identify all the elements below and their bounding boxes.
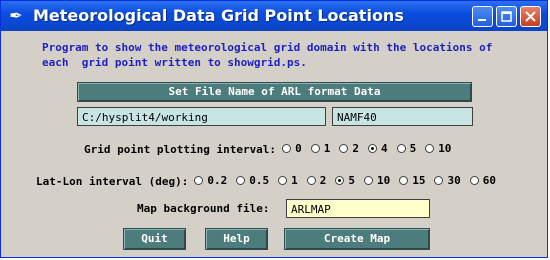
grid-interval-option[interactable]: 10	[425, 142, 451, 155]
latlon-interval-option-label: 15	[412, 174, 426, 187]
grid-interval-option-label: 10	[438, 142, 452, 155]
grid-interval-options: 0 1 2 4 5 10	[282, 142, 460, 156]
grid-interval-option-label: 2	[352, 142, 359, 155]
latlon-interval-option[interactable]: 1	[278, 174, 298, 187]
file-name-input[interactable]: NAMF40	[332, 107, 473, 126]
latlon-interval-label: Lat-Lon interval (deg):	[36, 174, 189, 188]
grid-interval-option[interactable]: 0	[282, 142, 302, 155]
latlon-interval-option[interactable]: 60	[469, 174, 496, 187]
latlon-interval-option[interactable]: 5	[335, 174, 355, 187]
close-button[interactable]	[520, 6, 541, 27]
grid-interval-option-label: 0	[295, 142, 302, 155]
description-line-1: Program to show the meteorological grid …	[42, 41, 493, 54]
radio-button[interactable]	[399, 176, 409, 185]
radio-button[interactable]	[278, 176, 288, 185]
create-map-button[interactable]: Create Map	[284, 228, 430, 250]
latlon-interval-row: Lat-Lon interval (deg): 0.2 0.5 1 2 5 10 15 30 6…	[36, 174, 505, 188]
latlon-interval-option[interactable]: 10	[363, 174, 391, 187]
grid-interval-option[interactable]: 5	[396, 142, 417, 155]
directory-input[interactable]: C:/hysplit4/working	[77, 107, 326, 126]
close-icon	[525, 11, 536, 22]
grid-interval-row: Grid point plotting interval: 0 1 2 4 5 10	[84, 142, 460, 156]
radio-button[interactable]	[469, 176, 479, 185]
latlon-interval-option-label: 10	[376, 174, 391, 187]
description-line-2: each grid point written to showgrid.ps.	[42, 56, 307, 69]
radio-button[interactable]	[335, 176, 345, 185]
radio-button[interactable]	[236, 176, 246, 185]
grid-interval-option-label: 5	[409, 142, 417, 155]
latlon-interval-option[interactable]: 15	[399, 174, 425, 187]
latlon-interval-option[interactable]: 0.5	[236, 174, 269, 187]
latlon-interval-option[interactable]: 30	[434, 174, 461, 187]
help-button[interactable]: Help	[205, 228, 268, 250]
radio-button[interactable]	[367, 144, 377, 153]
latlon-interval-option-label: 2	[319, 174, 327, 187]
radio-button[interactable]	[306, 176, 316, 185]
latlon-interval-option-label: 5	[348, 174, 355, 187]
radio-button[interactable]	[363, 176, 373, 185]
radio-button[interactable]	[339, 144, 349, 153]
latlon-interval-option[interactable]: 2	[306, 174, 327, 187]
map-background-label: Map background file:	[137, 202, 270, 215]
grid-interval-label: Grid point plotting interval:	[84, 142, 277, 156]
grid-interval-option[interactable]: 1	[310, 142, 331, 155]
latlon-interval-option-label: 30	[447, 174, 461, 187]
radio-button[interactable]	[310, 144, 320, 153]
grid-interval-option[interactable]: 2	[339, 142, 359, 155]
maximize-button[interactable]	[496, 6, 517, 27]
radio-button[interactable]	[194, 176, 204, 185]
feather-icon: ✒	[9, 6, 23, 25]
quit-button[interactable]: Quit	[123, 228, 186, 250]
radio-button[interactable]	[425, 144, 435, 153]
set-file-button[interactable]: Set File Name of ARL format Data	[77, 82, 472, 102]
latlon-interval-options: 0.2 0.5 1 2 5 10 15 30 60	[194, 174, 505, 188]
grid-interval-option-label: 1	[323, 142, 331, 155]
radio-button[interactable]	[434, 176, 444, 185]
map-background-input[interactable]: ARLMAP	[286, 199, 430, 218]
latlon-interval-option-label: 1	[291, 174, 298, 187]
app-window: ✒ Meteorological Data Grid Point Locatio…	[0, 0, 548, 258]
description: Program to show the meteorological grid …	[42, 40, 542, 70]
grid-interval-option[interactable]: 4	[367, 142, 388, 155]
minimize-button[interactable]	[472, 6, 493, 27]
window-title: Meteorological Data Grid Point Locations	[33, 6, 404, 25]
latlon-interval-option[interactable]: 0.2	[194, 174, 227, 187]
latlon-interval-option-label: 0.2	[207, 174, 228, 187]
title-bar[interactable]: ✒ Meteorological Data Grid Point Locatio…	[1, 1, 547, 31]
maximize-icon	[501, 11, 512, 22]
radio-button[interactable]	[396, 144, 406, 153]
latlon-interval-option-label: 60	[482, 174, 496, 187]
grid-interval-option-label: 4	[380, 142, 388, 155]
minimize-icon	[478, 19, 486, 21]
latlon-interval-option-label: 0.5	[249, 174, 270, 187]
radio-button[interactable]	[282, 144, 292, 153]
